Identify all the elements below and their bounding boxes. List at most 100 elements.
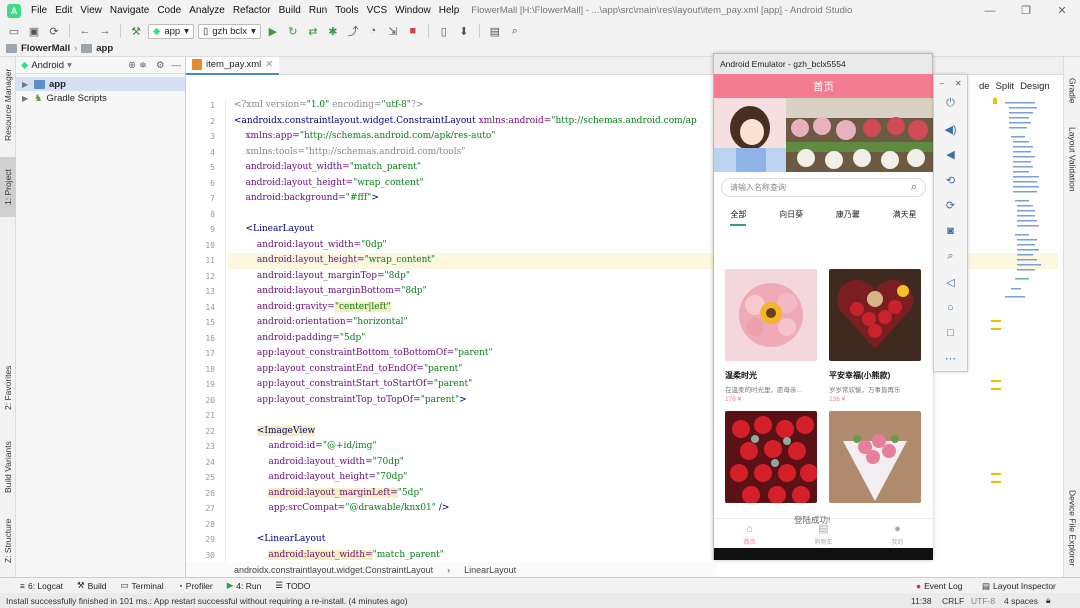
minimize-icon[interactable]: — xyxy=(972,0,1008,21)
minimize-icon[interactable]: – xyxy=(939,79,943,88)
profile-icon[interactable]: ◔ xyxy=(365,23,381,39)
product-card[interactable]: 平安幸福(小熊款) 岁岁常欢愉，万事皆再乐 238 ¥ xyxy=(829,269,921,403)
back-icon[interactable]: ◁ xyxy=(934,270,967,296)
close-icon[interactable]: ✕ xyxy=(1044,0,1080,21)
volume-up-icon[interactable]: ◀) xyxy=(934,117,967,143)
layout-inspector-icon[interactable]: ▤ xyxy=(487,23,503,39)
category-tab-sunflower[interactable]: 向日葵 xyxy=(779,209,803,226)
module-select[interactable]: ◆ app ▾ xyxy=(148,23,194,39)
lock-icon[interactable]: 🔒︎ xyxy=(1046,595,1051,606)
tool-terminal[interactable]: ▭ Terminal xyxy=(120,580,163,591)
back-triangle-icon[interactable]: ◀ xyxy=(747,557,756,560)
breadcrumb-constraintlayout[interactable]: androidx.constraintlayout.widget.Constra… xyxy=(234,565,433,575)
menu-build[interactable]: Build xyxy=(275,5,305,16)
product-card[interactable]: 温柔时光 在温柔的时光里，愿母亲... 178 ¥ xyxy=(725,269,817,403)
menu-edit[interactable]: Edit xyxy=(51,5,76,16)
menu-help[interactable]: Help xyxy=(435,5,464,16)
sync-icon[interactable]: ⟳ xyxy=(46,23,62,39)
menu-vcs[interactable]: VCS xyxy=(363,5,392,16)
tree-item-app[interactable]: ▶ app xyxy=(16,77,185,91)
nav-profile[interactable]: ● 我的 xyxy=(891,523,903,546)
indent-setting[interactable]: 4 spaces xyxy=(1004,596,1038,606)
device-select[interactable]: ▯ gzh bclx ▾ xyxy=(197,23,261,39)
rotate-left-icon[interactable]: ⟲ xyxy=(934,168,967,194)
avd-manager-icon[interactable]: ▯ xyxy=(436,23,452,39)
volume-down-icon[interactable]: ◀ xyxy=(934,142,967,168)
search-icon[interactable]: ⌕ xyxy=(507,23,523,39)
design-view-button[interactable]: Design xyxy=(1020,81,1050,92)
line-separator[interactable]: CRLF xyxy=(942,596,964,606)
recents-square-icon[interactable]: ■ xyxy=(893,557,900,560)
tool-profiler[interactable]: ◔ Profiler xyxy=(178,581,213,591)
tab-layout-validation[interactable]: Layout Validation xyxy=(1064,119,1080,199)
menu-window[interactable]: Window xyxy=(391,5,435,16)
target-icon[interactable]: ⊕ xyxy=(128,60,136,71)
collapse-icon[interactable]: ≑ xyxy=(139,60,147,71)
back-arrow-icon[interactable]: ← xyxy=(77,23,93,39)
menu-analyze[interactable]: Analyze xyxy=(185,5,229,16)
open-folder-icon[interactable]: ▭ xyxy=(6,23,22,39)
error-stripe[interactable] xyxy=(991,98,1049,568)
overview-icon[interactable]: □ xyxy=(934,321,967,347)
tool-build[interactable]: ⚒ Build xyxy=(77,580,107,591)
menu-refactor[interactable]: Refactor xyxy=(229,5,275,16)
search-icon[interactable]: ⌕ xyxy=(911,181,917,194)
hide-icon[interactable]: — xyxy=(172,60,182,71)
search-bar[interactable]: 请输入名称查询 ⌕ xyxy=(721,178,926,197)
home-circle-icon[interactable]: ● xyxy=(821,557,828,560)
menu-tools[interactable]: Tools xyxy=(331,5,362,16)
restore-icon[interactable]: ❐ xyxy=(1008,0,1044,21)
category-tab-gypsophila[interactable]: 满天星 xyxy=(893,209,917,226)
apply-code-changes-icon[interactable]: ⇄ xyxy=(305,23,321,39)
home-icon[interactable]: ○ xyxy=(934,295,967,321)
tab-device-file-explorer[interactable]: Device File Explorer xyxy=(1064,483,1080,573)
coverage-icon[interactable]: ⇲ xyxy=(385,23,401,39)
tool-todo[interactable]: ☰ TODO xyxy=(275,580,310,591)
save-icon[interactable]: ▣ xyxy=(26,23,42,39)
menu-code[interactable]: Code xyxy=(153,5,185,16)
category-tab-carnation[interactable]: 康乃馨 xyxy=(836,209,860,226)
nav-home[interactable]: ⌂ 首页 xyxy=(743,523,755,546)
category-tab-all[interactable]: 全部 xyxy=(730,209,747,226)
power-icon[interactable]: ⏻ xyxy=(934,91,967,117)
rotate-right-icon[interactable]: ⟳ xyxy=(934,193,967,219)
file-encoding[interactable]: UTF-8 xyxy=(971,596,995,606)
breadcrumb-project[interactable]: FlowerMall xyxy=(21,43,70,54)
chevron-down-icon[interactable]: ▾ xyxy=(67,60,72,71)
camera-icon[interactable]: ◙ xyxy=(934,219,967,245)
close-icon[interactable]: ✕ xyxy=(955,79,962,88)
layout-inspector-button[interactable]: ▤ Layout Inspector xyxy=(982,578,1056,594)
tree-item-gradle-scripts[interactable]: ▶ ♞ Gradle Scripts xyxy=(16,91,185,105)
run-icon[interactable]: ▶ xyxy=(265,23,281,39)
banner-image[interactable] xyxy=(714,98,933,172)
tab-structure[interactable]: Z: Structure xyxy=(0,512,16,570)
tab-gradle[interactable]: Gradle xyxy=(1064,71,1080,111)
attach-debugger-icon[interactable]: ⤴ xyxy=(345,23,361,39)
cursor-position[interactable]: 11:38 xyxy=(911,596,932,606)
tab-resource-manager[interactable]: Resource Manager xyxy=(0,65,16,145)
hammer-icon[interactable]: ⚒ xyxy=(128,23,144,39)
event-log-button[interactable]: ● Event Log xyxy=(916,578,962,594)
code-view-button[interactable]: de xyxy=(979,81,990,92)
status-message[interactable]: Install successfully finished in 101 ms.… xyxy=(6,596,408,606)
tab-project[interactable]: 1: Project xyxy=(0,157,16,217)
split-view-button[interactable]: Split xyxy=(996,81,1014,92)
breadcrumb-linearlayout[interactable]: LinearLayout xyxy=(464,565,516,575)
stop-icon[interactable]: ■ xyxy=(405,23,421,39)
debug-icon[interactable]: ✱ xyxy=(325,23,341,39)
project-view-select[interactable]: Android xyxy=(31,60,64,71)
menu-navigate[interactable]: Navigate xyxy=(106,5,153,16)
tab-item-pay-xml[interactable]: item_pay.xml ✕ xyxy=(186,56,280,75)
tool-run[interactable]: ▶ 4: Run xyxy=(227,580,262,591)
more-icon[interactable]: ⋯ xyxy=(934,346,967,372)
gear-icon[interactable]: ⚙ xyxy=(156,60,165,71)
zoom-icon[interactable]: ⌕ xyxy=(934,244,967,270)
menu-view[interactable]: View xyxy=(76,5,106,16)
menu-run[interactable]: Run xyxy=(305,5,331,16)
sdk-manager-icon[interactable]: ⬇ xyxy=(456,23,472,39)
apply-changes-icon[interactable]: ↻ xyxy=(285,23,301,39)
breadcrumb-module[interactable]: app xyxy=(96,43,113,54)
forward-arrow-icon[interactable]: → xyxy=(97,23,113,39)
tab-favorites[interactable]: 2: Favorites xyxy=(0,357,16,419)
close-tab-icon[interactable]: ✕ xyxy=(265,59,273,70)
